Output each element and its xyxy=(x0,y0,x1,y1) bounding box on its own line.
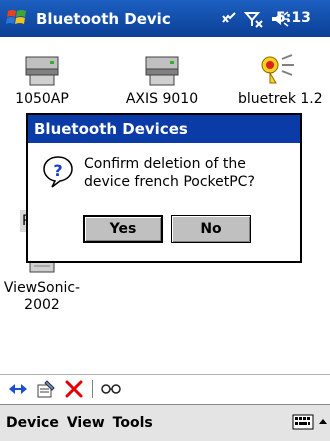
glasses-icon xyxy=(101,383,121,394)
properties-button[interactable] xyxy=(36,379,56,399)
title-bar: Bluetooth Devic 5:13 xyxy=(0,0,330,37)
no-button[interactable]: No xyxy=(171,215,251,243)
menu-bar: Device View Tools xyxy=(0,404,330,441)
signal-off-icon[interactable] xyxy=(244,10,264,28)
toolbar xyxy=(0,374,330,402)
start-menu-button[interactable] xyxy=(0,0,34,37)
connect-button[interactable] xyxy=(8,379,28,399)
confirm-delete-dialog: Bluetooth Devices ? Confirm deletion of … xyxy=(26,113,302,263)
delete-icon xyxy=(65,380,83,397)
device-label: 1050AP xyxy=(15,91,69,107)
yes-button[interactable]: Yes xyxy=(83,215,163,243)
delete-button[interactable] xyxy=(64,379,84,399)
device-item-bluetrek[interactable]: bluetrek 1.2 xyxy=(238,53,323,108)
clock[interactable]: 5:13 xyxy=(276,0,311,37)
chevron-up-icon[interactable] xyxy=(318,417,328,425)
svg-text:?: ? xyxy=(53,161,62,180)
device-item-1050ap[interactable]: 1050AP xyxy=(2,53,82,108)
menu-device[interactable]: Device xyxy=(6,415,59,431)
dialog-message: Confirm deletion of the device french Po… xyxy=(84,156,255,190)
headset-speaker-icon xyxy=(261,54,294,84)
connectivity-icon[interactable] xyxy=(220,10,238,28)
printer-icon xyxy=(25,56,59,86)
dialog-title: Bluetooth Devices xyxy=(28,115,300,143)
app-title: Bluetooth Devic xyxy=(36,9,171,28)
printer-icon xyxy=(145,56,179,86)
device-item-viewsonic[interactable]: ViewSonic- 2002 xyxy=(2,258,82,314)
bluetooth-connect-icon xyxy=(9,383,27,394)
view-button[interactable] xyxy=(101,379,121,399)
device-item-axis-9010[interactable]: AXIS 9010 xyxy=(122,53,202,108)
menu-view[interactable]: View xyxy=(67,415,105,431)
windows-flag-icon xyxy=(6,10,26,24)
menu-tools[interactable]: Tools xyxy=(113,415,153,431)
device-label-line2: 2002 xyxy=(24,297,60,313)
toolbar-separator xyxy=(92,379,93,398)
question-icon: ? xyxy=(43,156,73,188)
keyboard-icon[interactable] xyxy=(292,413,314,431)
device-label: AXIS 9010 xyxy=(125,91,199,107)
properties-icon xyxy=(37,379,55,397)
device-label-line1: ViewSonic- xyxy=(3,280,81,296)
device-label: bluetrek 1.2 xyxy=(238,91,323,107)
